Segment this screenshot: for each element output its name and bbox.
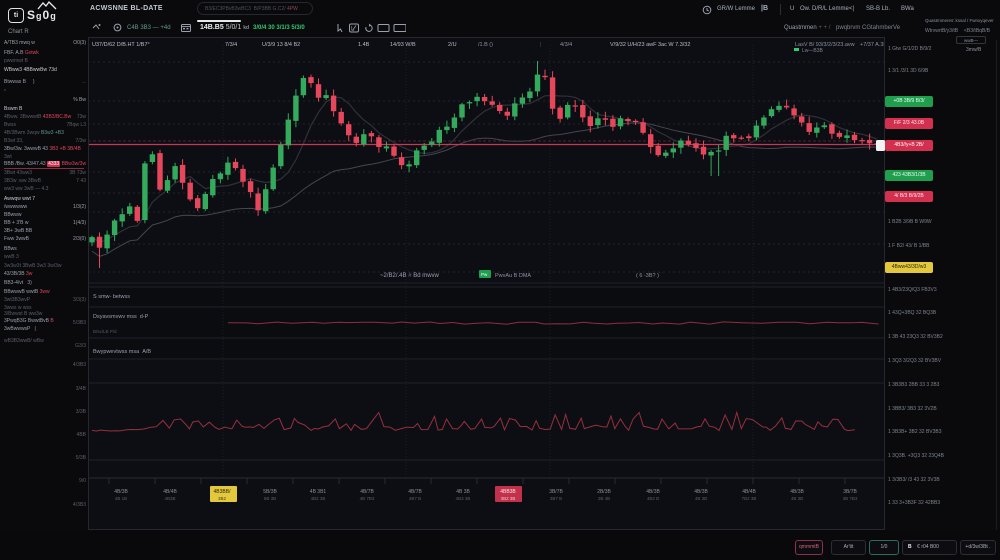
- svg-text:14/93 W/B: 14/93 W/B: [390, 42, 416, 48]
- svg-text:4B 3B: 4B 3B: [456, 489, 470, 495]
- svg-text:4B 7B3: 4B 7B3: [360, 496, 375, 501]
- svg-text:3B 7B3: 3B 7B3: [843, 496, 858, 501]
- svg-text:2B 4B: 2B 4B: [598, 496, 610, 501]
- svg-text:~2/B2/.4B # Bd mwvw: ~2/B2/.4B # Bd mwvw: [380, 273, 440, 279]
- svg-text:4BB3B: 4BB3B: [500, 489, 516, 495]
- svg-text:|: |: [540, 42, 541, 48]
- svg-text:( 6 -3B? )˙˙˙: ( 6 -3B? )˙˙˙: [636, 271, 663, 279]
- svg-text:4B/7B: 4B/7B: [408, 489, 422, 495]
- svg-text:3B/7B: 3B/7B: [549, 489, 563, 495]
- svg-text:2/U: 2/U: [448, 42, 457, 48]
- svg-text:7/3/4: 7/3/4: [225, 42, 237, 48]
- svg-text:4B7 B: 4B7 B: [409, 496, 421, 501]
- svg-text:4B/3B: 4B/3B: [694, 489, 708, 495]
- svg-text:4B/4B: 4B/4B: [742, 489, 756, 495]
- svg-text:4B/3B: 4B/3B: [114, 489, 128, 495]
- svg-text:4B3B: 4B3B: [164, 496, 175, 501]
- svg-text:Dsyavsmvwv mss d-P: Dsyavsmvwv mss d-P: [93, 314, 149, 320]
- svg-text:5B/3B: 5B/3B: [263, 489, 277, 495]
- svg-text:4B 3B: 4B 3B: [791, 496, 803, 501]
- svg-text:5B 3B: 5B 3B: [264, 496, 276, 501]
- svg-text:4B 1B: 4B 1B: [115, 496, 127, 501]
- svg-text:4B3 3B: 4B3 3B: [456, 496, 471, 501]
- svg-text:7B2 3B: 7B2 3B: [742, 496, 757, 501]
- svg-text:4B/3B: 4B/3B: [646, 489, 660, 495]
- svg-text:4B 3B1: 4B 3B1: [310, 489, 327, 495]
- svg-text:1.4B: 1.4B: [358, 42, 370, 48]
- svg-text:4B/4B: 4B/4B: [163, 489, 177, 495]
- svg-text:4B/7B: 4B/7B: [360, 489, 374, 495]
- svg-text:U/3/9 13 8/4 B2: U/3/9 13 8/4 B2: [262, 42, 300, 48]
- svg-text:/1.B (): /1.B (): [478, 42, 493, 48]
- svg-text:Bwypwevtwss msa A/B: Bwypwevtwss msa A/B: [93, 349, 151, 355]
- svg-text:3B2: 3B2: [218, 496, 227, 501]
- svg-text:4B 3B: 4B 3B: [695, 496, 707, 501]
- svg-text:4B3BB/: 4B3BB/: [214, 489, 232, 495]
- svg-text:3B7 B: 3B7 B: [550, 496, 562, 501]
- svg-text:U37/D/62 D/B.HT 1/B7°: U37/D/62 D/B.HT 1/B7°: [92, 42, 150, 48]
- svg-text:4B2 B: 4B2 B: [647, 496, 659, 501]
- svg-text:V/9/32 U/H/23 awF 3ac W 7.3/32: V/9/32 U/H/23 awF 3ac W 7.3/32: [610, 42, 690, 48]
- svg-text:3B2 3B: 3B2 3B: [501, 496, 516, 501]
- svg-text:3B/7B: 3B/7B: [843, 489, 857, 495]
- svg-text:S smw- betwss: S smw- betwss: [93, 294, 130, 300]
- svg-text:4/3/4: 4/3/4: [560, 42, 572, 48]
- svg-text:2B/3B: 2B/3B: [597, 489, 611, 495]
- svg-text:PwvAu B DMA: PwvAu B DMA: [495, 273, 531, 279]
- svg-text:4B/3B: 4B/3B: [790, 489, 804, 495]
- svg-text:Pw: Pw: [481, 272, 488, 277]
- svg-text:4B2 3B: 4B2 3B: [311, 496, 326, 501]
- svg-text:B/sv/LB P/d: B/sv/LB P/d: [93, 329, 117, 334]
- svg-text:Lw—B3B: Lw—B3B: [802, 48, 824, 54]
- svg-text:+7/37 A.3B BZ: +7/37 A.3B BZ: [860, 42, 884, 48]
